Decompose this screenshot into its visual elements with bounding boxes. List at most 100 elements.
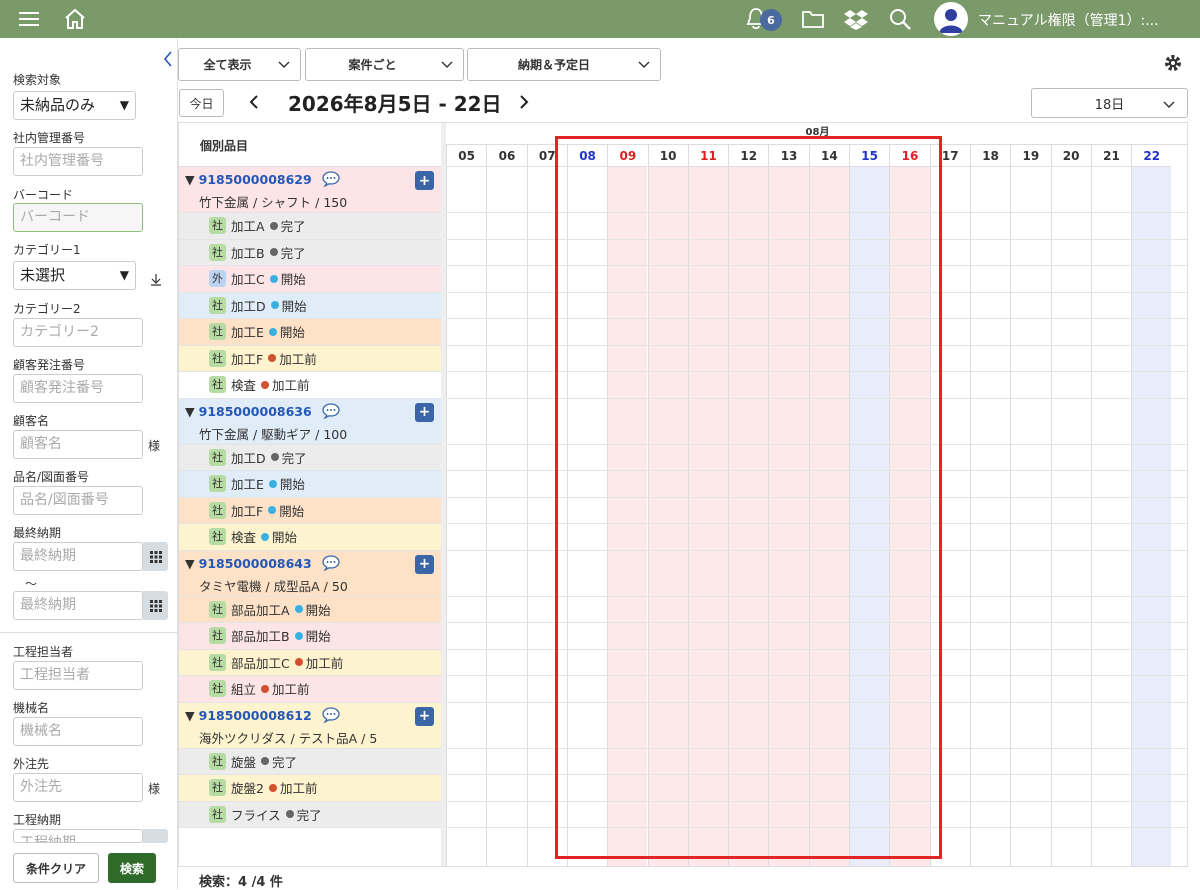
item-number-text[interactable]: 9185000008612 [199, 708, 312, 723]
expand-toggle-icon[interactable]: ▼ [185, 404, 195, 419]
day-column[interactable] [1131, 167, 1172, 866]
item-row[interactable]: ▼ 9185000008612 + 海外ツクリダス / テスト品A / 5 [179, 702, 441, 749]
group-select[interactable]: 案件ごと [305, 48, 464, 81]
home-icon[interactable] [62, 6, 88, 32]
item-number[interactable]: ▼ 9185000008612 [185, 708, 312, 723]
process-name[interactable]: 加工E [231, 474, 264, 493]
date-range-title: 2026年8月5日 - 22日 [288, 92, 502, 116]
item-row[interactable]: ▼ 9185000008636 + 竹下金属 / 駆動ギア / 100 [179, 398, 441, 445]
process-name[interactable]: 加工D [231, 448, 266, 467]
user-name[interactable]: マニュアル権限（管理1）:... [978, 10, 1159, 30]
item-row[interactable]: ▼ 9185000008629 + 竹下金属 / シャフト / 150 [179, 167, 441, 213]
item-number[interactable]: ▼ 9185000008643 [185, 556, 312, 571]
process-name[interactable]: 検査 [231, 527, 256, 546]
search-button[interactable]: 検索 [108, 853, 156, 883]
today-button[interactable]: 今日 [179, 89, 224, 117]
calendar-icon[interactable] [143, 591, 168, 620]
add-process-button[interactable]: + [415, 554, 434, 574]
customer-name-input[interactable]: 顧客名 [13, 430, 143, 459]
part-input[interactable]: 品名/図面番号 [13, 486, 143, 515]
day-column[interactable] [1050, 167, 1091, 866]
process-name[interactable]: 加工F [231, 349, 263, 368]
item-number[interactable]: ▼ 9185000008629 [185, 172, 312, 187]
day-column[interactable] [1090, 167, 1132, 866]
status-dot-icon [269, 274, 278, 283]
internal-no-input[interactable]: 社内管理番号 [13, 147, 143, 176]
process-name[interactable]: 加工F [231, 501, 263, 520]
process-owner-input[interactable]: 工程担当者 [13, 661, 143, 690]
menu-icon[interactable] [18, 6, 42, 32]
item-number-text[interactable]: 9185000008629 [199, 172, 312, 187]
process-name[interactable]: 旋盤 [231, 752, 256, 771]
process-name[interactable]: 加工C [231, 269, 265, 288]
process-status: 開始 [279, 503, 305, 519]
calendar-icon[interactable] [143, 542, 168, 571]
process-name[interactable]: 部品加工B [231, 626, 290, 645]
process-name[interactable]: 加工D [231, 296, 266, 315]
process-name[interactable]: 加工B [231, 243, 265, 262]
final-due-from-input[interactable]: 最終納期 [13, 542, 143, 571]
day-column[interactable] [969, 167, 1011, 866]
item-number-text[interactable]: 9185000008643 [199, 556, 312, 571]
process-name[interactable]: 部品加工A [231, 600, 290, 619]
process-row: 社加工F 開始 [179, 497, 441, 524]
item-subtitle: 竹下金属 / シャフト / 150 [199, 195, 348, 210]
category1-select[interactable]: 未選択 ▼ [13, 261, 136, 290]
day-column[interactable] [486, 167, 527, 866]
expand-toggle-icon[interactable]: ▼ [185, 708, 195, 723]
prev-icon[interactable] [248, 93, 260, 115]
process-name[interactable]: 検査 [231, 375, 256, 394]
final-due-to-input[interactable]: 最終納期 [13, 591, 143, 620]
category1-select-value: 未選択 [20, 266, 66, 284]
display-filter-value: 全て表示 [203, 58, 252, 72]
sort-icon[interactable] [150, 272, 162, 290]
range-select[interactable]: 18日 [1031, 88, 1188, 118]
status-dot-icon [269, 248, 278, 257]
next-icon[interactable] [518, 93, 530, 115]
target-select[interactable]: 未納品のみ ▼ [13, 91, 136, 120]
day-column[interactable] [1010, 167, 1051, 866]
process-name[interactable]: 加工E [231, 322, 264, 341]
clear-conditions-button[interactable]: 条件クリア [13, 853, 99, 883]
comment-icon[interactable] [321, 171, 341, 188]
machine-input[interactable]: 機械名 [13, 717, 143, 746]
calendar-icon[interactable] [143, 829, 168, 843]
comment-icon[interactable] [321, 554, 341, 572]
dropbox-icon[interactable] [843, 6, 869, 32]
folder-icon[interactable] [800, 6, 826, 32]
search-icon[interactable] [887, 6, 913, 32]
process-name[interactable]: 組立 [231, 679, 256, 698]
barcode-input[interactable]: バーコード [13, 203, 143, 232]
comment-icon[interactable] [321, 402, 341, 420]
outsource-input[interactable]: 外注先 [13, 773, 143, 802]
customer-order-input[interactable]: 顧客発注番号 [13, 374, 143, 403]
expand-toggle-icon[interactable]: ▼ [185, 172, 195, 187]
expand-toggle-icon[interactable]: ▼ [185, 556, 195, 571]
process-due-input[interactable]: 工程納期 [13, 829, 143, 843]
date-type-select[interactable]: 納期＆予定日 [467, 48, 661, 81]
add-process-button[interactable]: + [415, 402, 434, 422]
day-column[interactable] [446, 167, 487, 866]
process-name[interactable]: フライス [231, 805, 281, 824]
process-status: 加工前 [305, 655, 344, 671]
category2-input[interactable]: カテゴリー2 [13, 318, 143, 347]
add-process-button[interactable]: + [415, 706, 434, 726]
user-avatar[interactable] [934, 2, 968, 36]
display-filter-select[interactable]: 全て表示 [178, 48, 301, 81]
process-row: 社加工D 開始 [179, 292, 441, 319]
item-number[interactable]: ▼ 9185000008636 [185, 404, 312, 419]
process-name[interactable]: 部品加工C [231, 653, 290, 672]
add-process-button[interactable]: + [415, 171, 434, 190]
process-row: 社検査 開始 [179, 524, 441, 551]
day-header: 19 [1010, 145, 1051, 167]
item-row[interactable]: ▼ 9185000008643 + タミヤ電機 / 成型品A / 50 [179, 550, 441, 597]
process-name[interactable]: 旋盤2 [231, 778, 264, 797]
item-number-text[interactable]: 9185000008636 [199, 404, 312, 419]
gear-icon[interactable] [1163, 53, 1183, 77]
process-name[interactable]: 加工A [231, 216, 265, 235]
collapse-sidebar-icon[interactable] [163, 51, 173, 71]
internal-no-label: 社内管理番号 [13, 131, 86, 145]
status-dot-icon [268, 354, 277, 363]
comment-icon[interactable] [321, 706, 341, 724]
status-dot-icon [261, 757, 270, 766]
